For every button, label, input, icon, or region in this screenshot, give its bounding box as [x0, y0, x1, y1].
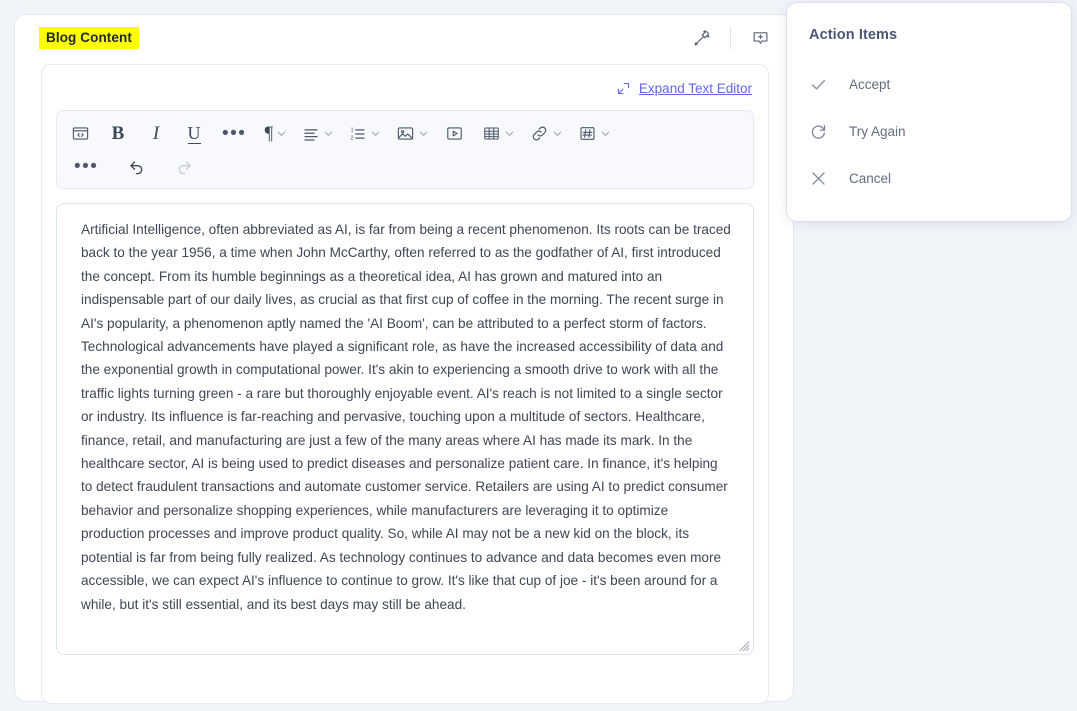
- expand-text-editor-link[interactable]: Expand Text Editor: [639, 81, 752, 96]
- blog-content-text: Artificial Intelligence, often abbreviat…: [81, 222, 735, 612]
- chevron-down-icon[interactable]: [370, 128, 381, 139]
- try-again-button[interactable]: Try Again: [809, 108, 1049, 155]
- insert-image-button[interactable]: [391, 120, 431, 148]
- accept-button[interactable]: Accept: [809, 61, 1049, 108]
- redo-button[interactable]: [169, 153, 199, 181]
- insert-tag-button[interactable]: [573, 120, 613, 148]
- header-tools: [684, 23, 777, 53]
- expand-editor-row: Expand Text Editor: [56, 77, 754, 99]
- formatting-toolbar: B I U ••• ¶ 1 2 •••: [56, 110, 754, 189]
- add-comment-icon[interactable]: [743, 23, 777, 53]
- toolbar-divider: [730, 27, 731, 49]
- action-items-list: Accept Try Again Cancel: [809, 61, 1049, 202]
- chevron-down-icon[interactable]: [323, 128, 334, 139]
- toolbar-row-1: B I U ••• ¶ 1 2: [65, 117, 745, 150]
- toolbar-row-2: •••: [65, 150, 745, 183]
- resize-handle-icon[interactable]: [738, 639, 750, 652]
- check-icon: [809, 75, 849, 94]
- text-editor-panel: Expand Text Editor B I U ••• ¶ 1 2 ••• A…: [41, 64, 769, 704]
- accept-label: Accept: [849, 77, 891, 92]
- refresh-icon: [809, 122, 849, 141]
- page-title: Blog Content: [39, 26, 139, 50]
- blog-content-textarea[interactable]: Artificial Intelligence, often abbreviat…: [56, 203, 754, 655]
- action-items-panel: Action Items Accept Try Again Cancel: [787, 3, 1071, 221]
- more-tools-button[interactable]: •••: [69, 153, 103, 181]
- expand-icon[interactable]: [616, 81, 631, 96]
- chevron-down-icon[interactable]: [418, 128, 429, 139]
- close-icon: [809, 169, 849, 188]
- code-block-button[interactable]: [65, 120, 95, 148]
- numbered-list-button[interactable]: 1 2: [344, 120, 383, 148]
- chevron-down-icon[interactable]: [276, 128, 287, 139]
- magic-wand-icon[interactable]: [684, 23, 718, 53]
- bold-button[interactable]: B: [103, 120, 133, 148]
- undo-button[interactable]: [121, 153, 151, 181]
- italic-button[interactable]: I: [141, 120, 171, 148]
- paragraph-style-button[interactable]: ¶: [259, 120, 289, 148]
- insert-video-button[interactable]: [439, 120, 469, 148]
- insert-table-button[interactable]: [477, 120, 517, 148]
- align-button[interactable]: [297, 120, 336, 148]
- underline-button[interactable]: U: [179, 120, 209, 148]
- chevron-down-icon[interactable]: [504, 128, 515, 139]
- action-items-title: Action Items: [809, 27, 898, 43]
- more-formats-button[interactable]: •••: [217, 120, 251, 148]
- svg-text:1: 1: [351, 127, 354, 133]
- chevron-down-icon[interactable]: [552, 128, 563, 139]
- chevron-down-icon[interactable]: [600, 128, 611, 139]
- card-header: Blog Content: [15, 15, 793, 61]
- cancel-button[interactable]: Cancel: [809, 155, 1049, 202]
- blog-content-card: Blog Content Expand Text Editor B I U ••…: [14, 14, 794, 704]
- cancel-label: Cancel: [849, 171, 892, 186]
- try-again-label: Try Again: [849, 124, 906, 139]
- svg-text:2: 2: [351, 135, 354, 141]
- insert-link-button[interactable]: [525, 120, 565, 148]
